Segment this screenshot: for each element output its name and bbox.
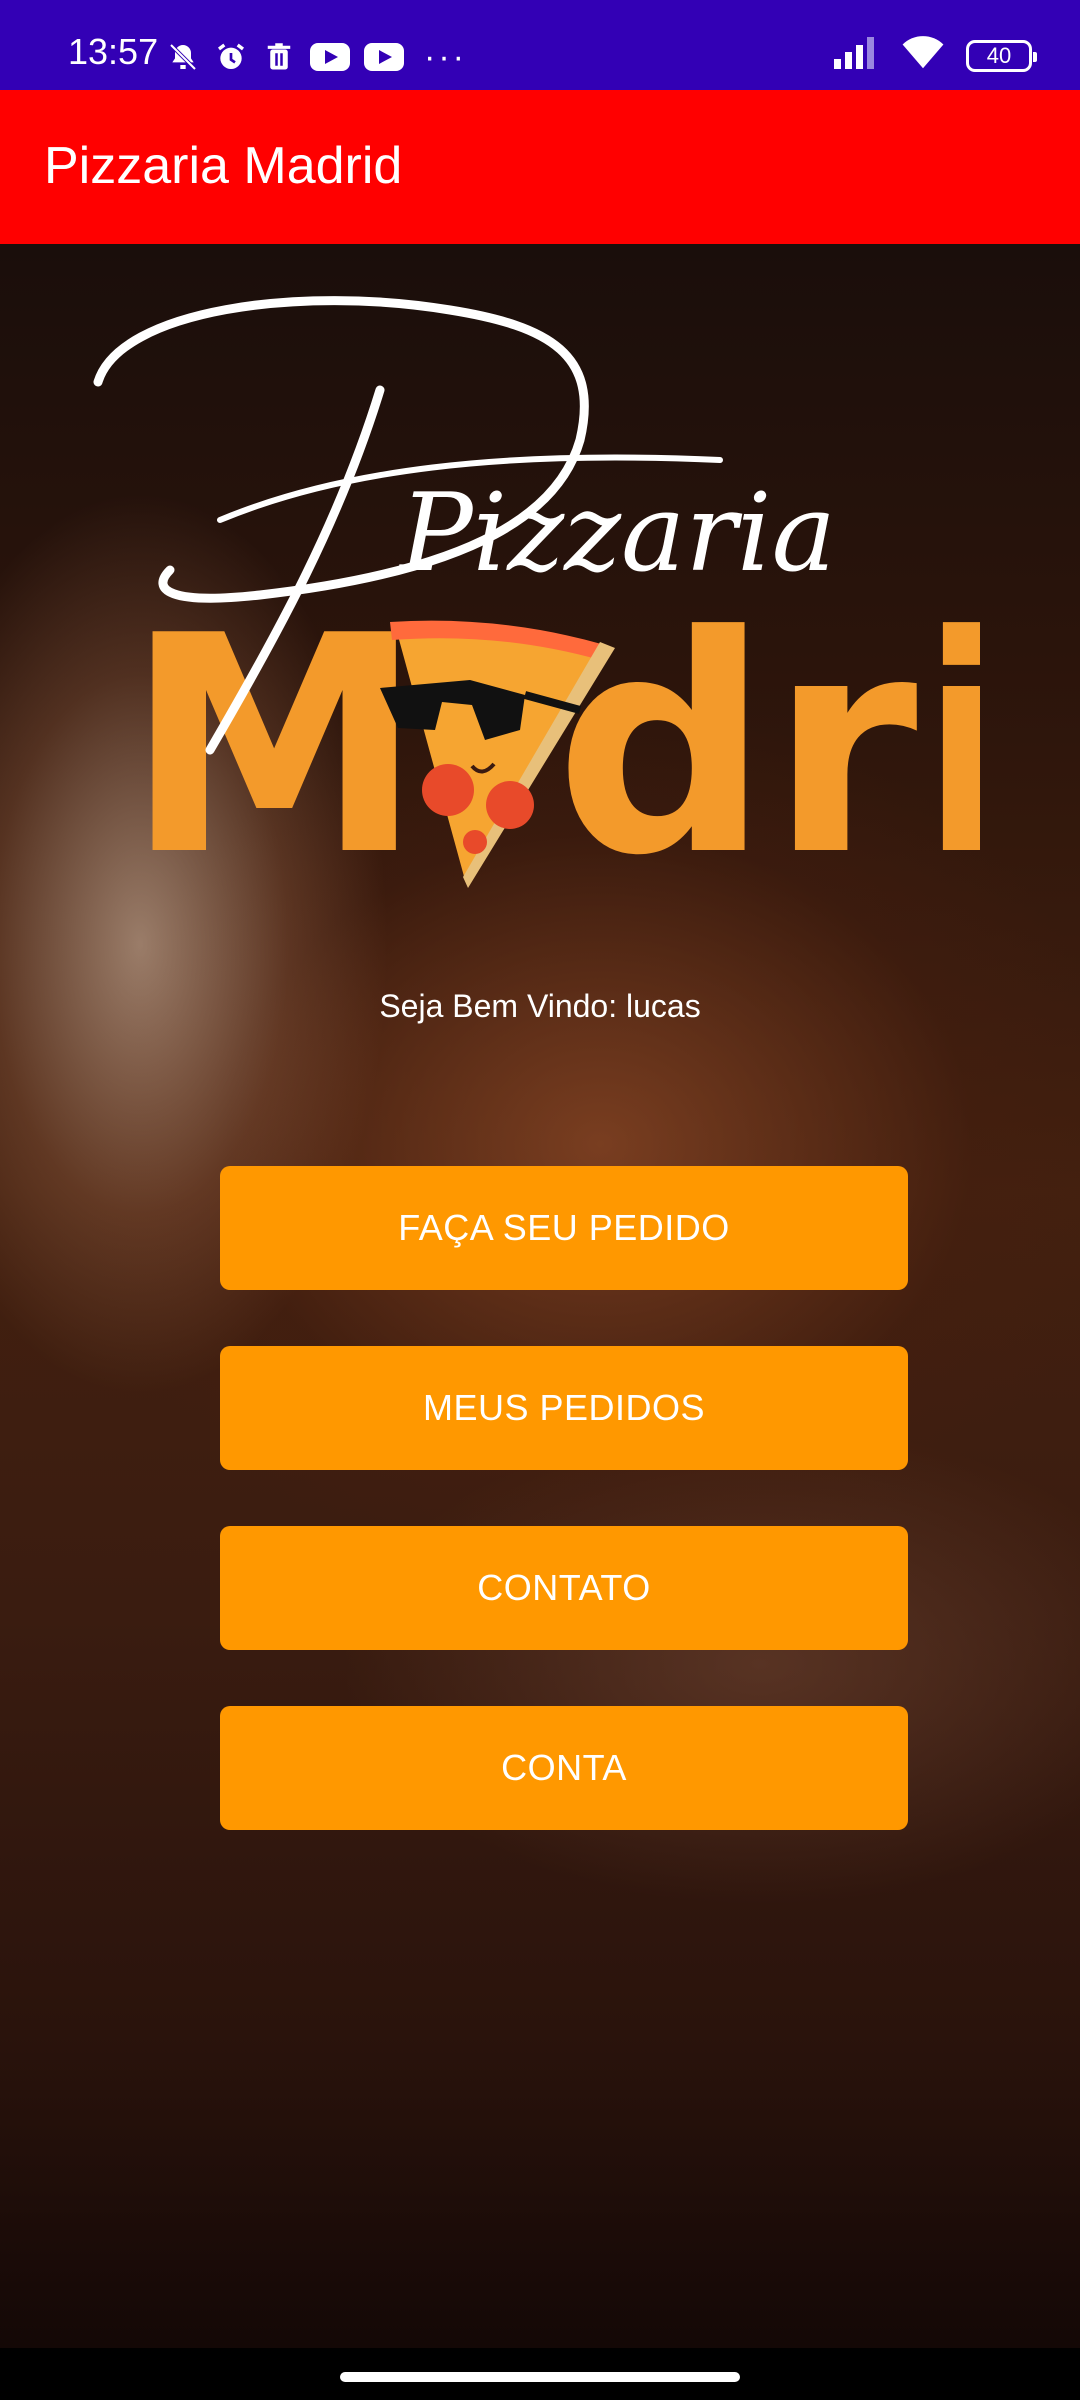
battery-icon: 40 xyxy=(966,39,1037,72)
my-orders-button[interactable]: MEUS PEDIDOS xyxy=(220,1346,908,1470)
status-bar: 13:57 ··· 40 xyxy=(0,0,1080,90)
alarm-icon xyxy=(214,40,248,74)
signal-icon xyxy=(834,37,880,74)
status-time: 13:57 xyxy=(68,31,159,72)
app-bar: Pizzaria Madrid xyxy=(0,90,1080,244)
notification-icons: ··· xyxy=(166,37,467,76)
home-indicator[interactable] xyxy=(340,2372,740,2382)
contact-button[interactable]: CONTATO xyxy=(220,1526,908,1650)
mute-bell-icon xyxy=(166,40,200,74)
app-title: Pizzaria Madrid xyxy=(44,137,403,195)
welcome-text: Seja Bem Vindo: lucas xyxy=(379,988,701,1024)
youtube-icon xyxy=(364,43,404,71)
trash-icon xyxy=(262,40,296,74)
logo-word-right: dri xyxy=(555,572,980,890)
system-icons: 40 xyxy=(834,36,1037,75)
wifi-icon xyxy=(902,36,944,75)
logo-word-left: M xyxy=(125,572,424,890)
place-order-button[interactable]: FAÇA SEU PEDIDO xyxy=(220,1166,908,1290)
youtube-icon xyxy=(310,43,350,71)
account-button[interactable]: CONTA xyxy=(220,1706,908,1830)
more-dots-icon: ··· xyxy=(424,37,467,76)
battery-level: 40 xyxy=(986,42,1012,68)
logo-script-text: Pizzaria xyxy=(398,471,836,596)
pizzaria-madri-logo: M dri Pizzaria xyxy=(93,296,980,890)
